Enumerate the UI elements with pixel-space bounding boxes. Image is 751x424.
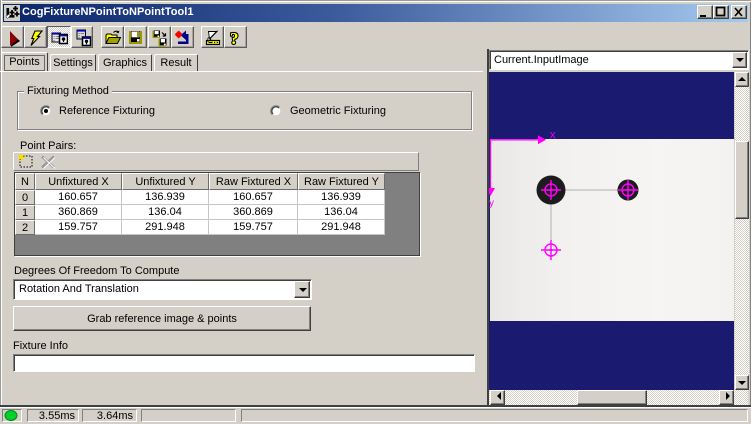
svg-text:X: X [550, 131, 557, 142]
svg-text:y: y [489, 198, 494, 209]
svg-text:?: ? [230, 29, 239, 47]
